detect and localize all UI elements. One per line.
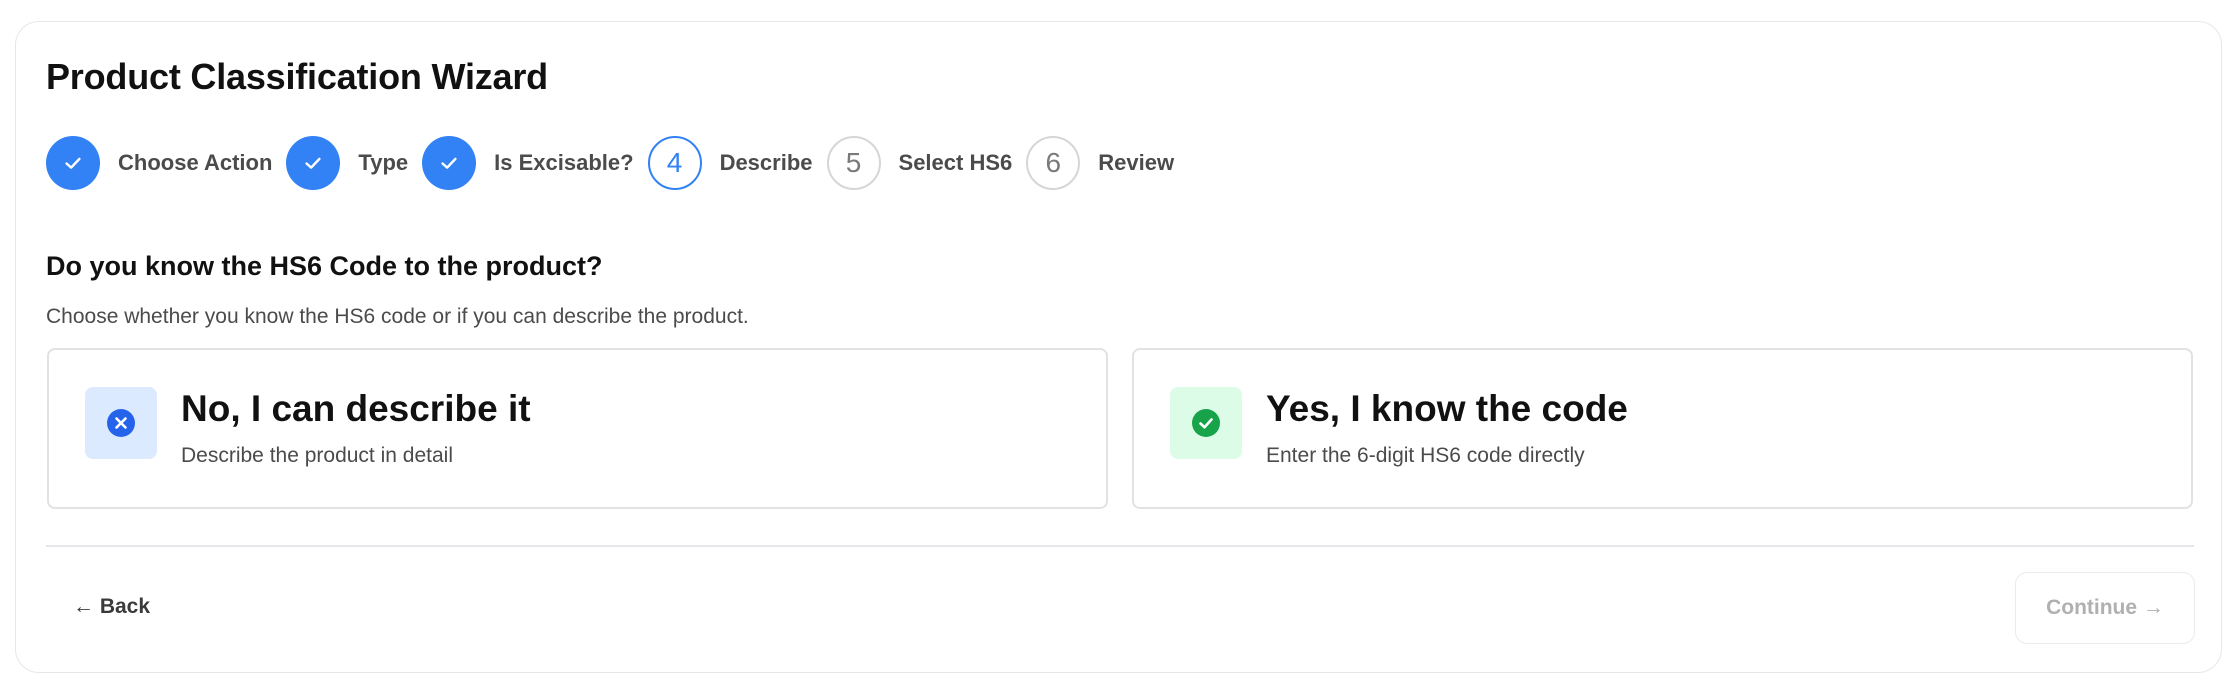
option-title: Yes, I know the code [1266,388,1628,429]
option-title: No, I can describe it [181,388,531,429]
checkmark-icon [441,157,457,169]
step-label: Describe [719,149,813,175]
step-label: Choose Action [118,149,273,175]
step-describe[interactable]: 4 Describe [647,135,813,190]
option-describe-it[interactable]: No, I can describe it Describe the produ… [47,348,1108,509]
step-type[interactable]: Type [286,135,409,190]
question-subtitle: Choose whether you know the HS6 code or … [46,305,749,328]
step-complete-indicator [286,135,341,190]
step-complete-indicator [46,135,100,190]
option-description: Enter the 6-digit HS6 code directly [1266,444,1585,467]
continue-button[interactable]: Continue → [2015,572,2195,644]
step-is-excisable[interactable]: Is Excisable? [422,135,634,190]
check-circle-icon [1192,409,1220,437]
wizard-card: Product Classification Wizard Choose Act… [15,21,2222,673]
step-label: Is Excisable? [494,149,634,175]
step-number: 4 [666,146,683,178]
step-label: Type [358,149,409,175]
step-select-hs6[interactable]: 5 Select HS6 [826,135,1013,190]
question-heading: Do you know the HS6 Code to the product? [46,251,603,281]
x-circle-icon [107,409,135,437]
step-label: Select HS6 [898,149,1013,175]
option-know-code[interactable]: Yes, I know the code Enter the 6-digit H… [1132,348,2193,509]
option-icon-box [85,387,157,459]
footer-divider [46,545,2194,547]
back-button[interactable]: ← Back [61,587,162,627]
page-title: Product Classification Wizard [46,56,548,97]
step-number-indicator: 6 [1026,135,1081,190]
step-choose-action[interactable]: Choose Action [46,135,273,190]
step-review[interactable]: 6 Review [1026,135,1175,190]
step-number-indicator: 4 [647,135,702,190]
step-complete-indicator [422,135,477,190]
option-description: Describe the product in detail [181,444,453,467]
option-icon-box [1170,387,1242,459]
step-number: 5 [845,146,862,178]
checkmark-icon [305,157,322,169]
step-label: Review [1098,149,1175,175]
wizard-stepper: Choose Action Type Is Excisable? 4 Descr… [46,135,1188,190]
step-number: 6 [1045,146,1062,178]
checkmark-icon [65,157,81,169]
step-number-indicator: 5 [826,135,881,190]
